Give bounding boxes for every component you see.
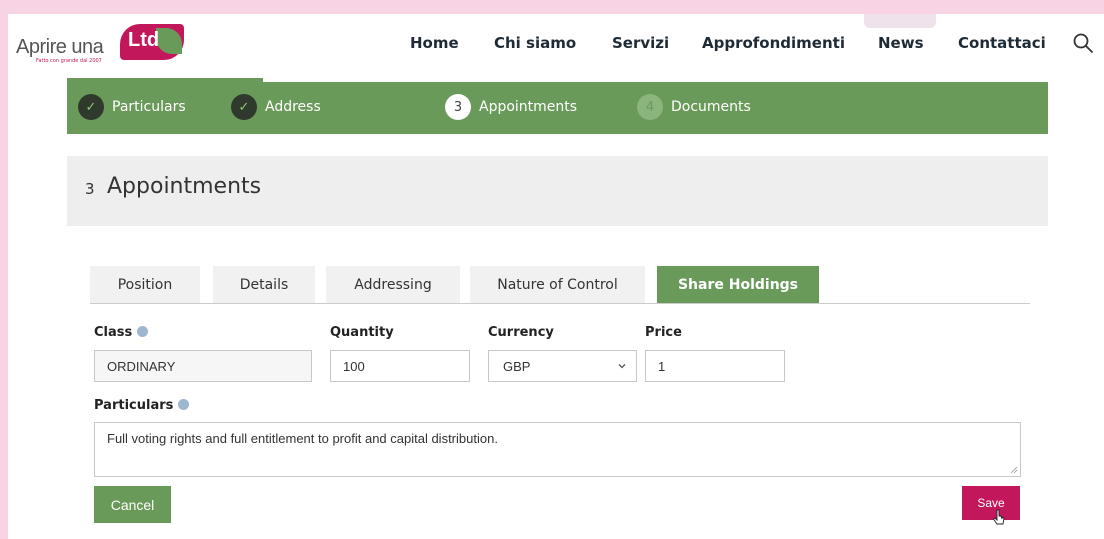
tab-position[interactable]: Position — [90, 266, 200, 303]
step-progress-bar — [67, 78, 263, 82]
nav-servizi[interactable]: Servizi — [612, 34, 669, 52]
page-frame: Aprire una Ltd Fatto con grande dal 2007… — [8, 14, 1104, 539]
step-number: 3 — [445, 94, 471, 120]
tab-share-holdings[interactable]: Share Holdings — [657, 266, 819, 303]
info-icon[interactable] — [178, 399, 190, 410]
particulars-textarea[interactable]: Full voting rights and full entitlement … — [94, 422, 1021, 477]
site-logo[interactable]: Aprire una Ltd Fatto con grande dal 2007 — [16, 24, 186, 70]
step-label: Address — [265, 99, 321, 115]
particulars-text: Full voting rights and full entitlement … — [107, 431, 498, 446]
tab-addressing[interactable]: Addressing — [326, 266, 460, 303]
quantity-label: Quantity — [330, 325, 394, 340]
step-address[interactable]: ✓ Address — [231, 94, 321, 120]
step-label: Documents — [671, 99, 751, 115]
nav-news[interactable]: News — [878, 34, 924, 52]
step-appointments[interactable]: 3 Appointments — [445, 94, 577, 120]
price-field[interactable]: 1 — [645, 350, 785, 382]
step-particulars[interactable]: ✓ Particulars — [78, 94, 186, 120]
nav-contattaci[interactable]: Contattaci — [958, 34, 1046, 52]
currency-label: Currency — [488, 325, 554, 340]
page-title: Appointments — [107, 174, 262, 199]
check-icon: ✓ — [78, 94, 104, 120]
page-title-panel: 3 Appointments — [67, 156, 1048, 226]
nav-home[interactable]: Home — [410, 34, 459, 52]
nav-approfondimenti[interactable]: Approfondimenti — [702, 34, 845, 52]
appointment-tabs: Position Details Addressing Nature of Co… — [90, 266, 1030, 304]
mouse-cursor-icon — [992, 509, 1005, 525]
info-icon[interactable] — [137, 326, 149, 337]
step-number: 4 — [637, 94, 663, 120]
chevron-down-icon — [618, 364, 626, 369]
logo-tagline: Fatto con grande dal 2007 — [36, 58, 102, 64]
step-label: Particulars — [112, 99, 186, 115]
cancel-button[interactable]: Cancel — [94, 486, 171, 523]
class-label: Class — [94, 325, 149, 340]
check-icon: ✓ — [231, 94, 257, 120]
logo-text: Aprire una — [16, 36, 104, 58]
step-label: Appointments — [479, 99, 578, 115]
save-button[interactable]: Save — [962, 486, 1020, 520]
site-header: Aprire una Ltd Fatto con grande dal 2007… — [8, 14, 1104, 76]
logo-badge-text: Ltd — [128, 29, 160, 51]
particulars-label: Particulars — [94, 398, 190, 413]
class-field[interactable]: ORDINARY — [94, 350, 312, 382]
step-documents: 4 Documents — [637, 94, 751, 120]
currency-select[interactable]: GBP — [488, 350, 637, 382]
resize-handle-icon[interactable] — [1010, 466, 1018, 474]
search-icon[interactable] — [1072, 32, 1094, 54]
nav-chi-siamo[interactable]: Chi siamo — [494, 34, 576, 52]
currency-value: GBP — [503, 358, 531, 374]
quantity-field[interactable]: 100 — [330, 350, 470, 382]
tab-details[interactable]: Details — [213, 266, 315, 303]
price-label: Price — [645, 325, 682, 340]
tab-nature-of-control[interactable]: Nature of Control — [470, 266, 645, 303]
progress-stepper: ✓ Particulars ✓ Address 3 Appointments 4… — [67, 78, 1048, 134]
page-step-number: 3 — [85, 180, 95, 198]
